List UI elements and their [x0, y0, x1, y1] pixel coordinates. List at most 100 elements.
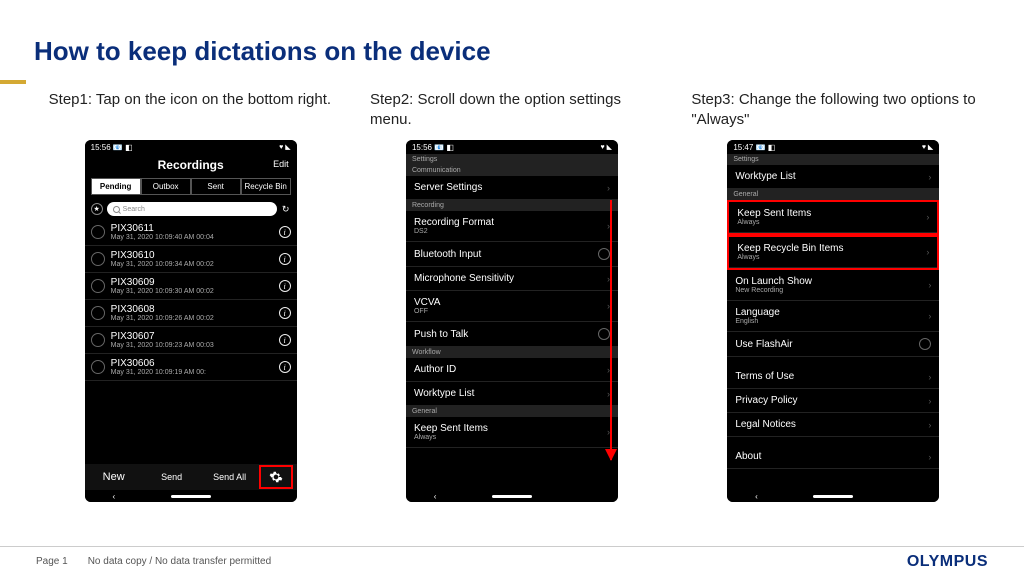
- navbar: ‹: [85, 490, 297, 502]
- chevron-right-icon: ›: [607, 183, 610, 193]
- row-mic-sensitivity[interactable]: Microphone Sensitivity›: [406, 267, 618, 291]
- row-author-id[interactable]: Author ID›: [406, 358, 618, 382]
- row-label: VCVA: [414, 297, 441, 308]
- row-terms[interactable]: Terms of Use›: [727, 365, 939, 389]
- row-vcva[interactable]: VCVAOFF›: [406, 291, 618, 322]
- select-radio[interactable]: [91, 333, 105, 347]
- send-button[interactable]: Send: [143, 472, 201, 482]
- info-icon[interactable]: i: [279, 280, 291, 292]
- tab-recycle-bin[interactable]: Recycle Bin: [241, 178, 291, 195]
- item-title: PIX30611: [111, 223, 279, 234]
- new-button[interactable]: New: [85, 471, 143, 483]
- statusbar: 15:47 📧 ◧ ♥ ◣: [727, 140, 939, 154]
- item-sub: May 31, 2020 10:09:40 AM 00:04: [111, 234, 279, 241]
- info-icon[interactable]: i: [279, 307, 291, 319]
- row-language[interactable]: LanguageEnglish›: [727, 301, 939, 332]
- row-bluetooth[interactable]: Bluetooth Input: [406, 242, 618, 267]
- select-radio[interactable]: [91, 360, 105, 374]
- tab-outbox[interactable]: Outbox: [141, 178, 191, 195]
- info-icon[interactable]: i: [279, 253, 291, 265]
- accent-bar: [0, 80, 26, 84]
- row-keep-recycle-bin[interactable]: Keep Recycle Bin ItemsAlways›: [729, 237, 937, 268]
- settings-header: Settings: [406, 154, 618, 165]
- status-icons: ♥ ◣: [922, 143, 933, 151]
- edit-button[interactable]: Edit: [273, 159, 289, 169]
- chevron-right-icon: ›: [928, 420, 931, 430]
- nav-spacer: [266, 491, 269, 501]
- loop-icon[interactable]: ↻: [281, 204, 291, 215]
- row-label: Legal Notices: [735, 419, 796, 430]
- row-label: Keep Recycle Bin Items: [737, 243, 843, 254]
- bottom-bar: New Send Send All: [85, 464, 297, 490]
- favorite-icon[interactable]: ★: [91, 203, 103, 215]
- row-server-settings[interactable]: Server Settings›: [406, 176, 618, 200]
- row-push-to-talk[interactable]: Push to Talk: [406, 322, 618, 347]
- search-placeholder: Search: [123, 206, 145, 213]
- list-item[interactable]: PIX30608May 31, 2020 10:09:26 AM 00:02i: [85, 300, 297, 327]
- row-keep-sent[interactable]: Keep Sent ItemsAlways›: [729, 202, 937, 233]
- nav-spacer: [588, 491, 591, 501]
- page-title: How to keep dictations on the device: [34, 36, 491, 67]
- info-icon[interactable]: i: [279, 226, 291, 238]
- home-pill[interactable]: [813, 495, 853, 498]
- recording-list: PIX30611May 31, 2020 10:09:40 AM 00:04i …: [85, 219, 297, 381]
- toggle-radio[interactable]: [598, 248, 610, 260]
- row-label: Privacy Policy: [735, 395, 797, 406]
- search-input[interactable]: Search: [107, 202, 277, 216]
- row-flashair[interactable]: Use FlashAir: [727, 332, 939, 357]
- item-sub: May 31, 2020 10:09:30 AM 00:02: [111, 288, 279, 295]
- info-icon[interactable]: i: [279, 334, 291, 346]
- back-icon[interactable]: ‹: [112, 492, 115, 501]
- list-item[interactable]: PIX30606May 31, 2020 10:09:19 AM 00:i: [85, 354, 297, 381]
- spacer: [727, 357, 939, 365]
- chevron-right-icon: ›: [928, 280, 931, 290]
- row-label: Microphone Sensitivity: [414, 273, 514, 284]
- info-icon[interactable]: i: [279, 361, 291, 373]
- row-worktype-list[interactable]: Worktype List›: [406, 382, 618, 406]
- item-sub: May 31, 2020 10:09:19 AM 00:: [111, 369, 279, 376]
- tab-pending[interactable]: Pending: [91, 178, 141, 195]
- chevron-right-icon: ›: [928, 311, 931, 321]
- send-all-button[interactable]: Send All: [201, 472, 259, 482]
- toggle-radio[interactable]: [598, 328, 610, 340]
- section-recording: Recording: [406, 200, 618, 211]
- gear-icon[interactable]: [269, 470, 283, 484]
- scroll-down-arrow: [610, 200, 612, 460]
- list-item[interactable]: PIX30607May 31, 2020 10:09:23 AM 00:03i: [85, 327, 297, 354]
- chevron-right-icon: ›: [928, 372, 931, 382]
- row-about[interactable]: About›: [727, 445, 939, 469]
- home-pill[interactable]: [492, 495, 532, 498]
- steps-row: Step1: Tap on the icon on the bottom rig…: [0, 90, 1024, 502]
- keep-bin-highlight: Keep Recycle Bin ItemsAlways›: [727, 235, 939, 270]
- page-number: Page 1: [36, 556, 68, 567]
- row-label: On Launch Show: [735, 276, 812, 287]
- row-legal[interactable]: Legal Notices ›: [727, 413, 939, 437]
- back-icon[interactable]: ‹: [434, 492, 437, 501]
- settings-header: Settings: [727, 154, 939, 165]
- footer-notice: No data copy / No data transfer permitte…: [88, 556, 271, 567]
- select-radio[interactable]: [91, 225, 105, 239]
- select-radio[interactable]: [91, 306, 105, 320]
- select-radio[interactable]: [91, 252, 105, 266]
- list-item[interactable]: PIX30610May 31, 2020 10:09:34 AM 00:02i: [85, 246, 297, 273]
- home-pill[interactable]: [171, 495, 211, 498]
- row-privacy[interactable]: Privacy Policy›: [727, 389, 939, 413]
- section-workflow: Workflow: [406, 347, 618, 358]
- row-keep-sent[interactable]: Keep Sent ItemsAlways›: [406, 417, 618, 448]
- select-radio[interactable]: [91, 279, 105, 293]
- list-item[interactable]: PIX30609May 31, 2020 10:09:30 AM 00:02i: [85, 273, 297, 300]
- step1-text: Step1: Tap on the icon on the bottom rig…: [41, 90, 341, 130]
- tab-sent[interactable]: Sent: [191, 178, 241, 195]
- back-icon[interactable]: ‹: [755, 492, 758, 501]
- row-sub: New Recording: [735, 287, 812, 294]
- row-recording-format[interactable]: Recording FormatDS2›: [406, 211, 618, 242]
- step2-text: Step2: Scroll down the option settings m…: [362, 90, 662, 130]
- row-worktype-list[interactable]: Worktype List›: [727, 165, 939, 189]
- row-sub: Always: [414, 434, 488, 441]
- list-item[interactable]: PIX30611May 31, 2020 10:09:40 AM 00:04i: [85, 219, 297, 246]
- step3-text: Step3: Change the following two options …: [683, 90, 983, 130]
- row-label: Language: [735, 307, 780, 318]
- chevron-right-icon: ›: [928, 452, 931, 462]
- toggle-radio[interactable]: [919, 338, 931, 350]
- row-on-launch[interactable]: On Launch ShowNew Recording ›: [727, 270, 939, 301]
